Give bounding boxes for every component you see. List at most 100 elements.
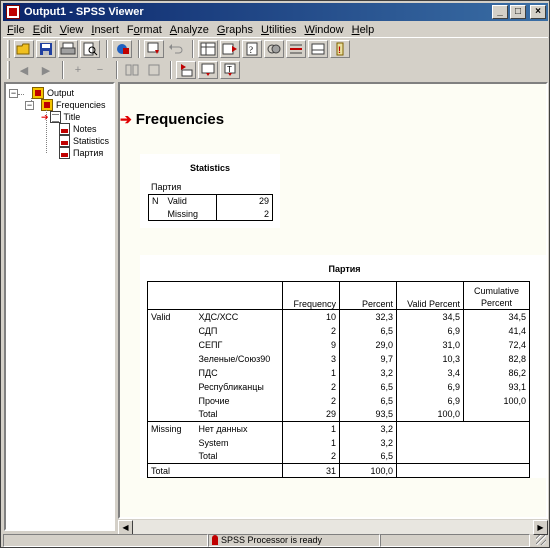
svg-text:T: T [227,65,232,74]
statistics-table[interactable]: Statistics Партия N Valid 29 Missing 2 [140,154,280,228]
menu-file[interactable]: File [3,24,29,36]
toolbar-grip[interactable] [7,61,10,79]
output-book-icon [32,87,44,99]
row-label: Total [195,407,283,422]
outline-item-title[interactable]: ➔ Title [41,111,80,123]
export-icon[interactable] [112,39,132,58]
select-cases-icon[interactable] [286,39,306,58]
title-bar[interactable]: Output1 - SPSS Viewer _ □ × [3,3,548,21]
variables-icon[interactable]: ? [242,39,262,58]
outline-root[interactable]: − Output [9,87,74,99]
window-title: Output1 - SPSS Viewer [24,6,144,18]
row-label: СЕПГ [195,337,283,352]
toolbar-separator [106,39,108,58]
open-folder-icon[interactable] [14,39,34,58]
collapse-icon[interactable]: − [90,61,110,79]
statistics-grid: N Valid 29 Missing 2 [148,194,273,221]
toolbar-separator [116,61,118,79]
statistics-variable: Партия [151,182,182,192]
promote-icon[interactable]: ◀ [14,61,34,79]
outline-item-party[interactable]: Партия [59,147,103,159]
table-row: Missing 2 [148,207,273,221]
toolbar-separator [192,39,194,58]
group-label: Valid [147,309,196,324]
row-label: Valid [164,194,217,208]
toolbar-separator [62,61,64,79]
show-icon[interactable] [122,61,142,79]
table-row: ПДС 1 3,2 3,4 86,2 [147,365,530,380]
cell-value: 29 [216,194,273,208]
status-text: SPSS Processor is ready [221,535,323,545]
toolbar-separator [170,61,172,79]
header-row: Frequency Percent Valid Percent Cumulati… [147,281,530,310]
insert-heading-icon[interactable] [176,61,196,79]
toolbar-grip[interactable] [7,39,10,58]
navigation-toolbar: ◀ ▶ + − T [3,59,548,81]
frequencies-heading[interactable]: ➔ Frequencies [120,111,224,128]
collapse-box-icon[interactable]: − [25,100,34,110]
toolbar-separator [138,39,140,58]
group-label: Total [147,463,283,478]
menu-edit[interactable]: Edit [29,24,56,36]
row-label: System [195,435,283,450]
menu-help[interactable]: Help [348,24,379,36]
row-label: СДП [195,323,283,338]
row-label: Зеленые/Союз90 [195,351,283,366]
frequency-grid: Frequency Percent Valid Percent Cumulati… [147,281,530,478]
processor-status-icon [212,535,218,545]
main-toolbar: ? ! [3,37,548,59]
expand-icon[interactable]: + [68,61,88,79]
table-row: Зеленые/Союз90 3 9,7 10,3 82,8 [147,351,530,366]
insert-title-icon[interactable] [198,61,218,79]
collapse-box-icon[interactable]: − [9,88,18,98]
undo-icon[interactable] [166,40,186,58]
table-row: СДП 2 6,5 6,9 41,4 [147,323,530,338]
status-panel-extra [380,533,530,547]
table-row: Total 31 100,0 [147,463,530,478]
row-label: Total [195,449,283,464]
menu-window[interactable]: Window [300,24,347,36]
goto-case-icon[interactable] [220,39,240,58]
menu-view[interactable]: View [56,24,88,36]
goto-data-icon[interactable] [198,39,218,58]
menu-format[interactable]: Format [123,24,166,36]
recall-dialog-icon[interactable] [144,39,164,58]
arrow-right-icon: ➔ [120,111,132,127]
save-icon[interactable] [36,39,56,58]
menu-utilities[interactable]: Utilities [257,24,300,36]
header-valid-percent: Valid Percent [396,281,464,310]
print-preview-icon[interactable] [80,39,100,58]
output-content-pane[interactable]: ➔ Frequencies Statistics Партия N Valid … [118,82,548,519]
close-button[interactable]: × [530,5,546,19]
help-icon[interactable]: ! [330,39,350,58]
outline-item-notes[interactable]: Notes [59,123,97,135]
menu-insert[interactable]: Insert [87,24,123,36]
use-sets-icon[interactable] [264,39,284,58]
minimize-button[interactable]: _ [492,5,508,19]
frequency-table[interactable]: Партия Frequency Percent Valid Percent C… [140,255,546,478]
horizontal-scrollbar[interactable]: ◀ ▶ [118,519,548,535]
table-row: System 1 3,2 [147,435,530,450]
svg-text:!: ! [338,45,341,55]
resize-grip-icon[interactable] [536,535,546,545]
table-row: Total 29 93,5 100,0 [147,407,530,422]
header-cumulative-percent: Cumulative Percent [463,281,530,310]
statistics-title: Statistics [189,163,231,173]
demote-icon[interactable]: ▶ [36,61,56,79]
hide-icon[interactable] [144,61,164,79]
insert-icon[interactable] [308,39,328,58]
frequencies-book-icon [41,99,53,111]
outline-item-statistics[interactable]: Statistics [59,135,109,147]
outline-pane[interactable]: − Output − Frequencies ➔ Title Notes Sta… [4,82,115,531]
insert-text-icon[interactable]: T [220,61,240,79]
status-bar: SPSS Processor is ready [3,533,548,547]
arrow-right-icon: ➔ [41,111,49,122]
menu-analyze[interactable]: Analyze [166,24,213,36]
table-row: Прочие 2 6,5 6,9 100,0 [147,393,530,408]
table-row: Total 2 6,5 [147,449,530,464]
maximize-button[interactable]: □ [510,5,526,19]
print-icon[interactable] [58,39,78,58]
menu-graphs[interactable]: Graphs [213,24,257,36]
status-panel-empty [3,533,208,547]
outline-frequencies[interactable]: − Frequencies [25,99,106,111]
